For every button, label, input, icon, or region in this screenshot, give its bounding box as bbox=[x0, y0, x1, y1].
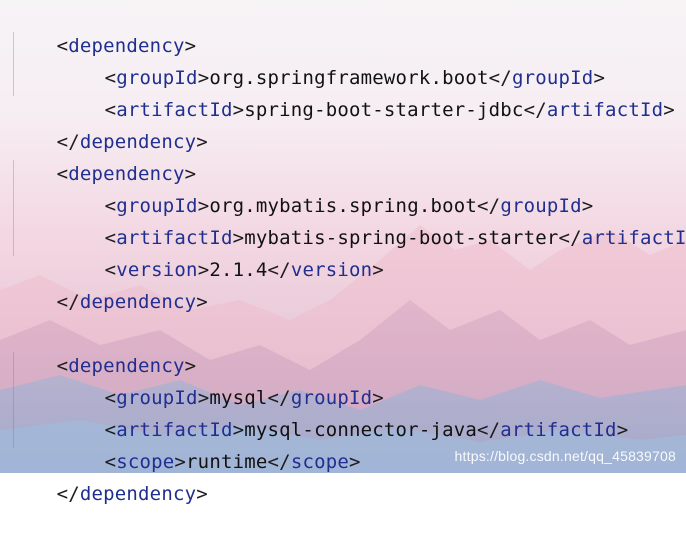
tag-bracket: > bbox=[196, 291, 208, 313]
code-line: <artifactId>mybatis-spring-boot-starter<… bbox=[58, 190, 686, 249]
code-line: <dependency> bbox=[10, 0, 196, 57]
tag-value: 2.1.4 bbox=[209, 259, 268, 281]
code-line: </dependency> bbox=[10, 94, 208, 153]
tag-bracket: </ bbox=[56, 291, 80, 313]
code-line: <groupId>org.springframework.boot</group… bbox=[58, 30, 605, 89]
code-line: <groupId>mysql</groupId> bbox=[58, 350, 384, 409]
tag-bracket: </ bbox=[56, 483, 80, 505]
tag-name: dependency bbox=[79, 483, 197, 505]
code-line: </dependency> bbox=[10, 446, 208, 505]
tag-name: artifactId bbox=[546, 99, 664, 121]
tag-bracket: </ bbox=[267, 259, 291, 281]
tag-bracket: > bbox=[196, 131, 208, 153]
code-line: <scope>runtime</scope> bbox=[58, 414, 361, 473]
tag-name: dependency bbox=[79, 291, 197, 313]
code-line: </dependency> bbox=[10, 254, 208, 313]
tag-value: spring-boot-starter-jdbc bbox=[244, 99, 524, 121]
tag-bracket: > bbox=[663, 99, 675, 121]
tag-name: artifactId bbox=[500, 419, 617, 441]
code-line: <artifactId>spring-boot-starter-jdbc</ar… bbox=[58, 62, 675, 121]
code-line: <dependency> bbox=[10, 126, 196, 185]
tag-bracket: > bbox=[616, 419, 629, 441]
tag-name: artifactId bbox=[581, 227, 686, 249]
tag-bracket: </ bbox=[523, 99, 547, 121]
tag-bracket: </ bbox=[477, 419, 501, 441]
code-line: <groupId>org.mybatis.spring.boot</groupI… bbox=[58, 158, 594, 217]
code-line: <dependency> bbox=[10, 318, 196, 377]
watermark-url: https://blog.csdn.net/qq_45839708 bbox=[454, 448, 676, 464]
tag-name: scope bbox=[290, 451, 350, 473]
tag-bracket: > bbox=[232, 99, 245, 121]
tag-bracket: > bbox=[349, 451, 361, 473]
code-line: <artifactId>mysql-connector-java</artifa… bbox=[58, 382, 629, 441]
tag-bracket: </ bbox=[267, 451, 291, 473]
tag-bracket: > bbox=[372, 259, 384, 281]
code-line: <version>2.1.4</version> bbox=[58, 222, 384, 281]
tag-bracket: > bbox=[196, 483, 208, 505]
tag-bracket: </ bbox=[558, 227, 582, 249]
code-editor[interactable]: <dependency> <groupId>org.springframewor… bbox=[0, 0, 686, 505]
tag-name: version bbox=[290, 259, 373, 281]
